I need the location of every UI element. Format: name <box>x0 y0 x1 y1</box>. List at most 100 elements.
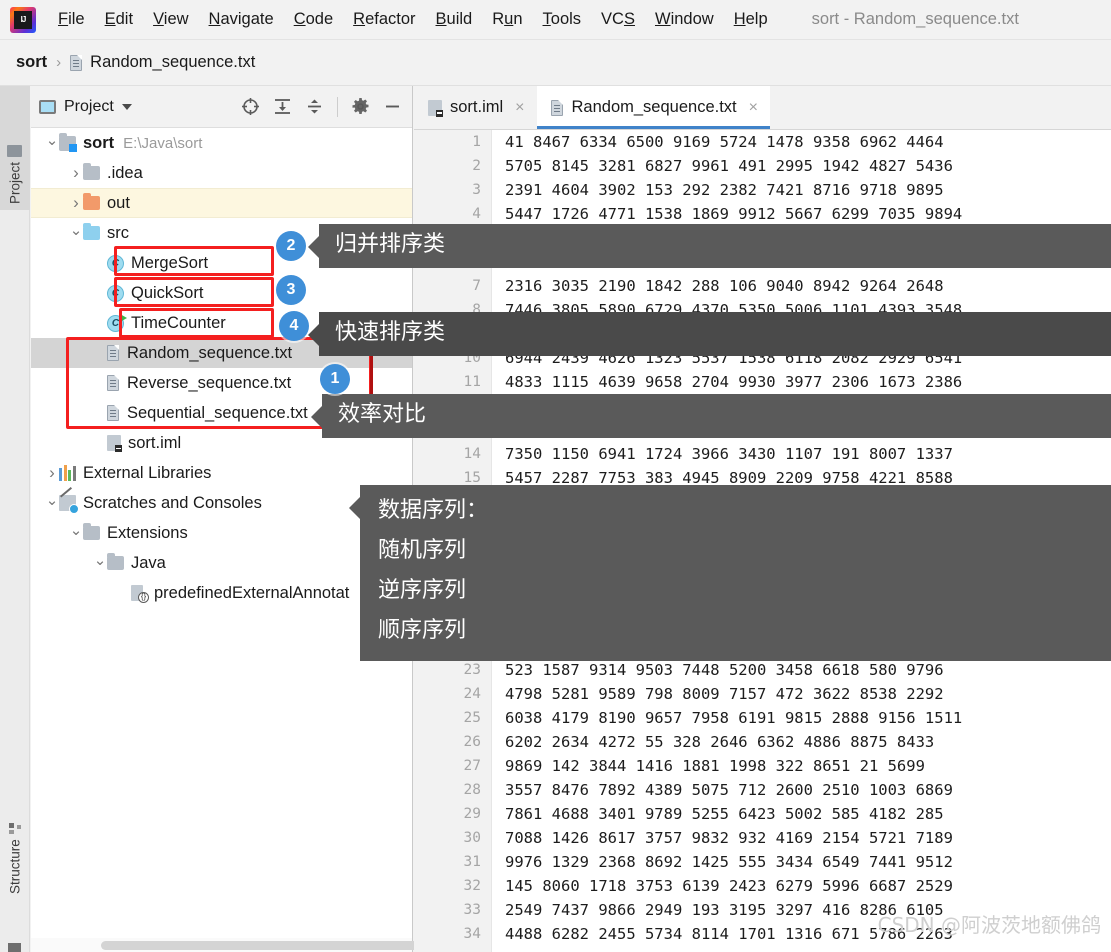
chevron-down-icon[interactable] <box>69 224 83 242</box>
menu-item-window[interactable]: Window <box>645 8 724 31</box>
target-icon[interactable] <box>241 97 260 116</box>
code-line[interactable]: 7088 1426 8617 3757 9832 932 4169 2154 5… <box>505 826 1111 850</box>
code-line[interactable]: 41 8467 6334 6500 9169 5724 1478 9358 69… <box>505 130 1111 154</box>
folder-excluded-icon <box>83 193 100 210</box>
breadcrumb-root[interactable]: sort <box>16 53 47 72</box>
line-number: 24 <box>463 686 481 702</box>
tool-window-stripe: Project Structure Bookmarks <box>0 86 30 952</box>
folder-icon <box>83 523 100 540</box>
menu-item-edit[interactable]: Edit <box>95 8 143 31</box>
chevron-right-icon[interactable] <box>69 193 83 213</box>
code-line[interactable]: 145 8060 1718 3753 6139 2423 6279 5996 6… <box>505 874 1111 898</box>
menu-item-build[interactable]: Build <box>426 8 483 31</box>
stripe-button-structure[interactable]: Structure <box>0 776 30 900</box>
annotation-badge-4: 4 <box>279 311 309 341</box>
annotation-callout-1: 数据序列： 随机序列 逆序序列 顺序序列 <box>349 485 1111 661</box>
breadcrumb-leaf[interactable]: Random_sequence.txt <box>90 53 255 72</box>
tree-row-path: E:\Java\sort <box>123 134 203 152</box>
expand-all-icon[interactable] <box>273 97 292 116</box>
line-number: 31 <box>463 854 481 870</box>
tree-row-idea[interactable]: .idea <box>31 158 412 188</box>
code-line[interactable]: 523 1587 9314 9503 7448 5200 3458 6618 5… <box>505 658 1111 682</box>
hide-panel-icon[interactable] <box>383 97 402 116</box>
stripe-button-bookmarks[interactable]: Bookmarks <box>0 902 30 952</box>
code-line[interactable]: 4833 1115 4639 9658 2704 9930 3977 2306 … <box>505 370 1111 394</box>
chevron-down-icon[interactable] <box>45 134 59 152</box>
menu-item-view[interactable]: View <box>143 8 198 31</box>
editor-tab-sort-iml[interactable]: sort.iml × <box>414 86 537 129</box>
chevron-right-icon[interactable] <box>45 463 59 483</box>
annotation-badge-1: 1 <box>320 364 350 394</box>
line-number: 4 <box>472 206 481 222</box>
line-number: 32 <box>463 878 481 894</box>
tree-row-label: sort.iml <box>128 433 182 452</box>
tree-row-java[interactable]: Java <box>31 548 412 578</box>
annotation-box-quicksort <box>114 277 274 307</box>
menu-item-tools[interactable]: Tools <box>533 8 592 31</box>
tree-row-predefinedexternalannotat[interactable]: {} predefinedExternalAnnotat <box>31 578 412 608</box>
project-horizontal-scrollbar[interactable] <box>31 938 967 952</box>
annotation-callout-3: 快速排序类 <box>308 312 1111 356</box>
iml-file-icon <box>107 435 122 452</box>
line-number: 29 <box>463 806 481 822</box>
code-line[interactable]: 9869 142 3844 1416 1881 1998 322 8651 21… <box>505 754 1111 778</box>
line-number: 2 <box>472 158 481 174</box>
breadcrumb: sort › Random_sequence.txt <box>0 40 1111 86</box>
project-panel-title: Project <box>64 97 114 115</box>
code-line[interactable]: 2391 4604 3902 153 292 2382 7421 8716 97… <box>505 178 1111 202</box>
code-line[interactable]: 6038 4179 8190 9657 7958 6191 9815 2888 … <box>505 706 1111 730</box>
menu-item-help[interactable]: Help <box>724 8 778 31</box>
line-number: 11 <box>463 374 481 390</box>
line-number: 23 <box>463 662 481 678</box>
scratches-icon <box>59 487 79 514</box>
line-number: 30 <box>463 830 481 846</box>
module-icon <box>59 132 77 152</box>
tree-row-sort[interactable]: sort E:\Java\sort <box>31 128 412 158</box>
menu-item-vcs[interactable]: VCS <box>591 8 645 31</box>
menu-item-file[interactable]: File <box>48 8 95 31</box>
code-line[interactable]: 7350 1150 6941 1724 3966 3430 1107 191 8… <box>505 442 1111 466</box>
line-number: 26 <box>463 734 481 750</box>
annotation-box-timecounter <box>119 308 274 338</box>
code-line[interactable]: 9976 1329 2368 8692 1425 555 3434 6549 7… <box>505 850 1111 874</box>
tree-row-label: Extensions <box>107 523 188 542</box>
annotation-badge-2: 2 <box>276 231 306 261</box>
tree-row-label: External Libraries <box>83 463 212 482</box>
code-line[interactable]: 2316 3035 2190 1842 288 106 9040 8942 92… <box>505 274 1111 298</box>
chevron-down-icon[interactable] <box>45 494 59 512</box>
editor-tab-bar: sort.iml × Random_sequence.txt × <box>414 86 1111 130</box>
stripe-button-project[interactable]: Project <box>0 86 30 210</box>
chevron-right-icon[interactable] <box>69 163 83 183</box>
code-line[interactable]: 5447 1726 4771 1538 1869 9912 5667 6299 … <box>505 202 1111 226</box>
gear-icon[interactable] <box>351 97 370 116</box>
menu-item-navigate[interactable]: Navigate <box>199 8 284 31</box>
menu-item-refactor[interactable]: Refactor <box>343 8 425 31</box>
close-icon[interactable]: × <box>749 99 758 117</box>
code-line[interactable]: 4798 5281 9589 798 8009 7157 472 3622 85… <box>505 682 1111 706</box>
bookmark-icon <box>9 943 22 952</box>
chevron-down-icon[interactable] <box>69 524 83 542</box>
tree-row-label: src <box>107 223 129 242</box>
file-text-icon <box>550 99 564 116</box>
close-icon[interactable]: × <box>515 99 524 117</box>
code-line[interactable]: 7861 4688 3401 9789 5255 6423 5002 585 4… <box>505 802 1111 826</box>
tree-row-external-libraries[interactable]: External Libraries <box>31 458 412 488</box>
line-number: 25 <box>463 710 481 726</box>
tree-row-extensions[interactable]: Extensions <box>31 518 412 548</box>
stripe-label-project: Project <box>7 161 23 204</box>
chevron-down-icon[interactable] <box>93 554 107 572</box>
code-line[interactable]: 6202 2634 4272 55 328 2646 6362 4886 887… <box>505 730 1111 754</box>
line-number: 34 <box>463 926 481 942</box>
logo-text: IJ <box>14 10 32 29</box>
tree-row-out[interactable]: out <box>31 188 412 218</box>
menu-bar: IJ File Edit View Navigate Code Refactor Build… <box>0 0 1111 40</box>
code-line[interactable]: 5705 8145 3281 6827 9961 491 2995 1942 4… <box>505 154 1111 178</box>
project-tool-window: Project sortE:\J <box>31 86 967 952</box>
menu-item-run[interactable]: Run <box>482 8 532 31</box>
ide-window: IJ File Edit View Navigate Code Refactor Build… <box>0 0 1111 952</box>
code-line[interactable]: 3557 8476 7892 4389 5075 712 2600 2510 1… <box>505 778 1111 802</box>
editor-tab-random-sequence-txt[interactable]: Random_sequence.txt × <box>536 86 771 129</box>
menu-item-code[interactable]: Code <box>284 8 343 31</box>
collapse-all-icon[interactable] <box>305 97 324 116</box>
chevron-down-icon[interactable] <box>121 103 132 110</box>
